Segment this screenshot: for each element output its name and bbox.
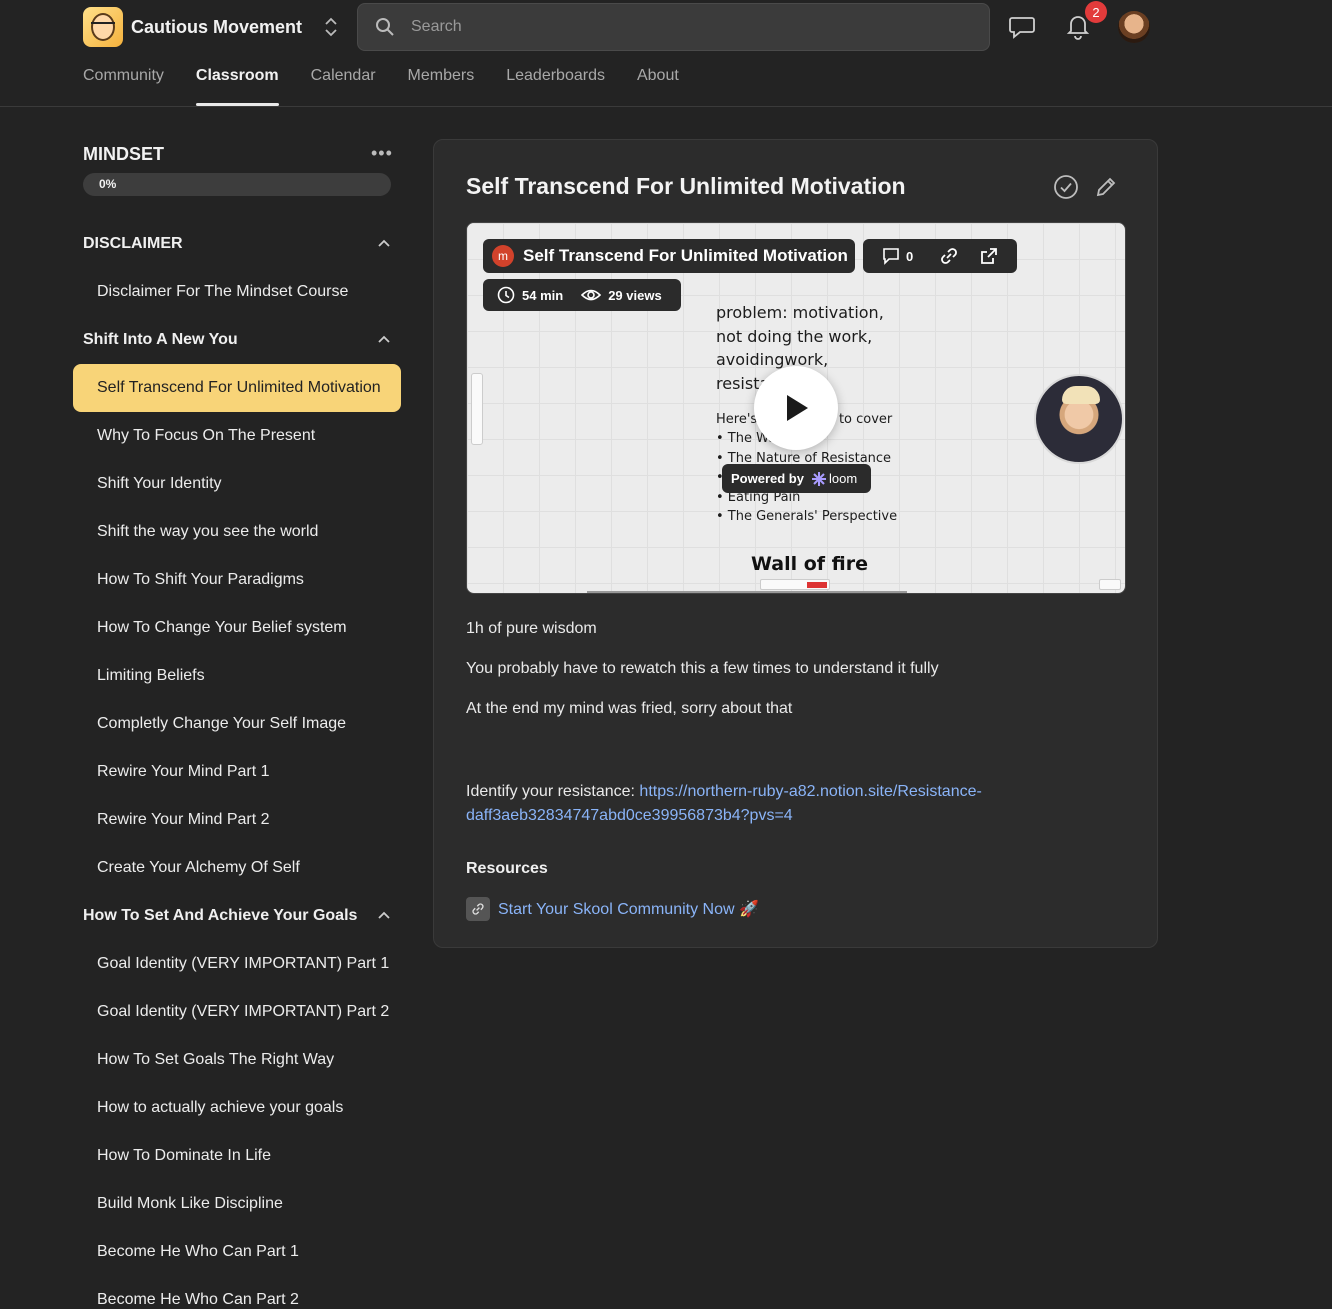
powered-by-loom[interactable]: Powered by loom	[722, 464, 871, 493]
search-input[interactable]	[411, 18, 951, 36]
comment-count: 0	[906, 248, 914, 264]
section-title: DISCLAIMER	[83, 235, 183, 252]
external-link-icon[interactable]	[979, 246, 999, 266]
video-views: 29 views	[608, 287, 662, 303]
notification-badge: 2	[1085, 1, 1107, 23]
lesson-item[interactable]: Rewire Your Mind Part 2	[73, 796, 401, 844]
play-button[interactable]	[754, 366, 838, 450]
lesson-item[interactable]: Limiting Beliefs	[73, 652, 401, 700]
more-icon[interactable]: •••	[371, 143, 392, 163]
video-tools: 0	[863, 239, 1017, 273]
section-title: Shift Into A New You	[83, 331, 238, 348]
resistance-link[interactable]: https://northern-ruby-a82.notion.site/Re…	[639, 783, 981, 800]
lesson-item[interactable]: Become He Who Can Part 1	[73, 1228, 401, 1276]
switch-icon[interactable]	[324, 16, 338, 38]
clock-icon	[497, 286, 515, 304]
lesson-item[interactable]: Become He Who Can Part 2	[73, 1276, 401, 1309]
video-duration: 54 min	[522, 287, 564, 303]
slide-list-item: • The Generals' Perspective	[716, 509, 898, 525]
group-name: Cautious Movement	[131, 16, 303, 37]
video-player[interactable]: problem: motivation, not doing the work,…	[466, 222, 1126, 594]
loom-brand: loom	[811, 471, 858, 486]
whiteboard-toolbar	[471, 373, 483, 445]
lesson-item[interactable]: Why To Focus On The Present	[73, 412, 401, 460]
lesson-item[interactable]: Create Your Alchemy Of Self	[73, 844, 401, 892]
lesson-item[interactable]: Goal Identity (VERY IMPORTANT) Part 2	[73, 988, 401, 1036]
tab-classroom[interactable]: Classroom	[195, 67, 279, 106]
link-icon	[466, 897, 490, 921]
resource-link-item[interactable]: Start Your Skool Community Now 🚀	[466, 897, 759, 921]
lesson-item[interactable]: Shift Your Identity	[73, 460, 401, 508]
slide-heading: Wall of fire	[751, 553, 869, 575]
play-icon	[787, 395, 808, 421]
owner-avatar: m	[492, 245, 514, 267]
tab-members[interactable]: Members	[408, 67, 475, 106]
video-title: Self Transcend For Unlimited Motivation	[523, 246, 848, 265]
slide-line: problem: motivation,	[716, 303, 884, 322]
check-circle-icon[interactable]	[1053, 174, 1079, 200]
search-icon	[376, 18, 394, 36]
resource-link-label[interactable]: Start Your Skool Community Now 🚀	[498, 899, 759, 919]
description-line: 1h of pure wisdom	[466, 620, 597, 637]
whiteboard-bottom-toolbar	[760, 579, 830, 590]
video-meta: 54 min 29 views	[483, 279, 681, 311]
section-header-shift-into-a-new-you[interactable]: Shift Into A New You	[83, 328, 391, 352]
slide-line: not doing the work,	[716, 326, 873, 346]
nav-tabs: Community Classroom Calendar Members Lea…	[83, 67, 711, 106]
tab-calendar[interactable]: Calendar	[311, 67, 376, 106]
lesson-item[interactable]: How To Set Goals The Right Way	[73, 1036, 401, 1084]
resistance-link-continued[interactable]: daff3aeb32834747abd0ce39956873b4?pvs=4	[466, 807, 793, 824]
course-progress-bar: 0%	[83, 173, 391, 196]
lesson-item[interactable]: How To Dominate In Life	[73, 1132, 401, 1180]
lesson-item[interactable]: Goal Identity (VERY IMPORTANT) Part 1	[73, 940, 401, 988]
chevron-up-icon	[378, 335, 390, 343]
tab-community[interactable]: Community	[83, 67, 164, 106]
presenter-webcam-bubble	[1034, 374, 1124, 464]
loom-brand-label: loom	[828, 471, 858, 486]
lesson-item[interactable]: Shift the way you see the world	[73, 508, 401, 556]
search-bar[interactable]	[357, 3, 990, 51]
pencil-icon[interactable]	[1094, 175, 1118, 199]
lesson-item[interactable]: Rewire Your Mind Part 1	[73, 748, 401, 796]
lesson-title: Self Transcend For Unlimited Motivation	[466, 173, 906, 199]
section-header-disclaimer[interactable]: DISCLAIMER	[83, 232, 391, 256]
course-progress-label: 0%	[99, 177, 117, 191]
group-switcher[interactable]: Cautious Movement	[83, 6, 338, 48]
course-title: MINDSET	[83, 144, 164, 164]
lesson-item[interactable]: How To Shift Your Paradigms	[73, 556, 401, 604]
comment-icon[interactable]	[881, 246, 901, 266]
description-line: At the end my mind was fried, sorry abou…	[466, 700, 793, 717]
loom-logo-icon	[811, 471, 826, 486]
lesson-item[interactable]: Completly Change Your Self Image	[73, 700, 401, 748]
chat-icon[interactable]	[1008, 12, 1036, 40]
zoom-control	[1099, 579, 1121, 590]
lesson-item[interactable]: How To Change Your Belief system	[73, 604, 401, 652]
user-avatar[interactable]	[1118, 11, 1150, 43]
chevron-up-icon	[378, 911, 390, 919]
video-title-pill[interactable]: m Self Transcend For Unlimited Motivatio…	[483, 239, 855, 273]
top-bar: Cautious Movement 2 Community Classroom …	[0, 0, 1332, 107]
description-line: You probably have to rewatch this a few …	[466, 660, 939, 677]
resources-title: Resources	[466, 860, 548, 877]
resistance-paragraph: Identify your resistance: https://northe…	[466, 780, 982, 828]
eye-icon	[581, 289, 602, 301]
powered-by-label: Powered by	[731, 471, 804, 486]
lesson-item-active[interactable]: Self Transcend For Unlimited Motivation	[73, 364, 401, 412]
tab-leaderboards[interactable]: Leaderboards	[506, 67, 605, 106]
link-icon[interactable]	[939, 246, 959, 266]
group-logo	[83, 7, 123, 47]
tab-about[interactable]: About	[637, 67, 679, 106]
resistance-label: Identify your resistance:	[466, 783, 640, 800]
section-header-goals[interactable]: How To Set And Achieve Your Goals	[83, 904, 391, 928]
lesson-item[interactable]: How to actually achieve your goals	[73, 1084, 401, 1132]
section-title: How To Set And Achieve Your Goals	[83, 907, 358, 924]
lesson-card: Self Transcend For Unlimited Motivation …	[433, 139, 1158, 948]
lesson-item[interactable]: Build Monk Like Discipline	[73, 1180, 401, 1228]
video-scrubber[interactable]	[587, 591, 907, 593]
chevron-up-icon	[378, 239, 390, 247]
lesson-item[interactable]: Disclaimer For The Mindset Course	[73, 268, 401, 316]
